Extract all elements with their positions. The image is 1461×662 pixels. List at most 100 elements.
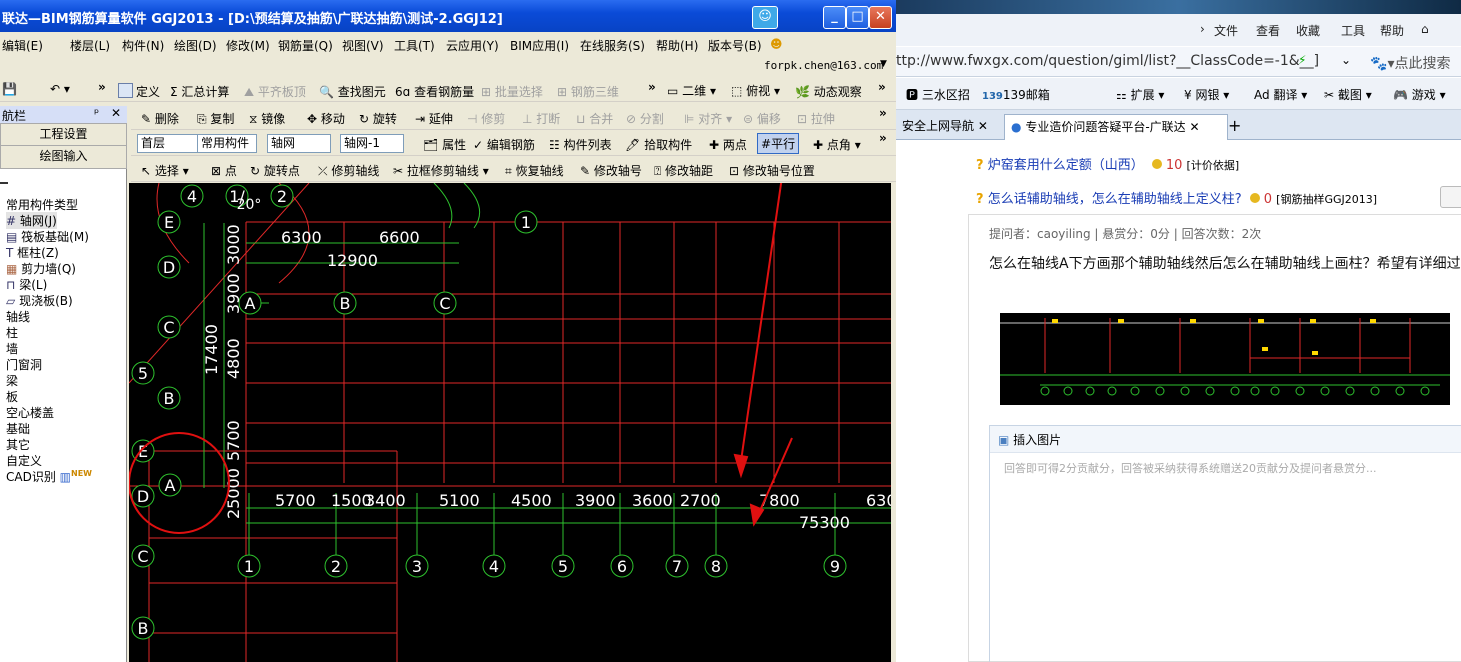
trim-axis-button[interactable]: ⤫ 修剪轴线: [318, 162, 379, 179]
menu-view[interactable]: 视图(V): [342, 37, 384, 54]
menu-view-b[interactable]: 查看: [1256, 22, 1280, 39]
property-button[interactable]: 🗂 属性: [423, 136, 466, 153]
menu-floor[interactable]: 楼层(L): [70, 37, 110, 54]
tab-safe-nav[interactable]: 安全上网导航 ✕: [896, 114, 994, 140]
tree-shear-wall[interactable]: ▦ 剪力墙(Q): [6, 260, 76, 277]
category-select[interactable]: 轴网 ▾: [267, 134, 331, 153]
tag-2[interactable]: [钢筋抽样GGJ2013]: [1276, 193, 1377, 206]
stretch-button[interactable]: ⊡ 拉伸: [797, 110, 835, 127]
undo-icon[interactable]: ↶ ▾: [50, 82, 70, 96]
tree-hollow-floor[interactable]: 空心楼盖: [6, 404, 54, 421]
menu-component[interactable]: 构件(N): [122, 37, 164, 54]
stretch-trim-axis-button[interactable]: ✂ 拉框修剪轴线 ▾: [393, 162, 489, 179]
minimize-button[interactable]: _: [823, 6, 846, 29]
tree-raft[interactable]: ▤ 筏板基础(M): [6, 228, 89, 245]
bolt-icon[interactable]: ⚡: [1298, 53, 1306, 67]
menu-cloud[interactable]: 云应用(Y): [446, 37, 499, 54]
tree-column[interactable]: T 框柱(Z): [6, 244, 59, 261]
tree-openings[interactable]: 门窗洞: [6, 356, 42, 373]
tree-axis[interactable]: 轴线: [6, 308, 30, 325]
fav-sanshui[interactable]: 🅿 三水区招: [906, 86, 970, 103]
menu-favorites[interactable]: 收藏: [1296, 22, 1320, 39]
home-icon[interactable]: ⌂: [1421, 22, 1429, 36]
more-chevron-icon[interactable]: ›: [1200, 22, 1205, 36]
more-icon-4[interactable]: »: [879, 106, 887, 120]
account-email[interactable]: forpk.chen@163.com: [764, 59, 883, 72]
menu-version[interactable]: 版本号(B): [708, 37, 762, 54]
offset-button[interactable]: ⊜ 偏移: [743, 110, 781, 127]
bank-button[interactable]: ¥ 网银 ▾: [1184, 86, 1229, 103]
maximize-button[interactable]: □: [846, 6, 869, 29]
menu-tools-b[interactable]: 工具: [1341, 22, 1365, 39]
more-icon-2[interactable]: »: [648, 80, 656, 94]
tree-common-types[interactable]: 常用构件类型: [6, 196, 78, 213]
batch-select-button[interactable]: ⊞ 批量选择: [481, 83, 543, 100]
tree-foundation[interactable]: 基础: [6, 420, 30, 437]
more-icon-3[interactable]: »: [878, 80, 886, 94]
component-list-button[interactable]: ☷ 构件列表: [549, 136, 612, 153]
define-button[interactable]: 定义: [118, 83, 160, 100]
tree-beam[interactable]: ⊓ 梁(L): [6, 276, 47, 293]
point-button[interactable]: ⊠ 点: [211, 162, 237, 179]
project-settings-button[interactable]: 工程设置: [0, 123, 127, 147]
more-icon[interactable]: »: [98, 80, 106, 94]
menu-help-b[interactable]: 帮助: [1380, 22, 1404, 39]
parallel-button[interactable]: #平行: [757, 133, 800, 154]
tab-glodon-qa[interactable]: ● 专业造价问题答疑平台-广联达 ✕: [1004, 114, 1228, 141]
break-button[interactable]: ⊥ 打断: [522, 110, 560, 127]
tree-slabs[interactable]: 板: [6, 388, 18, 405]
extend-button[interactable]: ⇥ 延伸: [415, 110, 453, 127]
find-element-button[interactable]: 🔍 查找图元: [319, 83, 386, 100]
menu-rebar[interactable]: 钢筋量(Q): [278, 37, 333, 54]
tree-beams[interactable]: 梁: [6, 372, 18, 389]
url-dropdown-icon[interactable]: ⌄: [1341, 53, 1351, 67]
answer-textarea[interactable]: 回答即可得2分贡献分，回答被采纳获得系统赠送20贡献分及提问者悬赏分...: [1004, 460, 1376, 476]
menu-edit[interactable]: 编辑(E): [2, 37, 43, 54]
split-button[interactable]: ⊘ 分割: [626, 110, 664, 127]
drawing-canvas[interactable]: 4 1/ 2 1 A B C 1 2 3 4 5 6 7 8 9 E D C 5: [129, 183, 891, 662]
menu-bim[interactable]: BIM应用(I): [510, 37, 569, 54]
copy-button[interactable]: ⎘ 复制: [197, 110, 234, 127]
game-button[interactable]: 🎮 游戏 ▾: [1393, 86, 1446, 103]
tree-wall[interactable]: 墙: [6, 340, 18, 357]
move-button[interactable]: ✥ 移动: [307, 110, 345, 127]
edit-axis-position-button[interactable]: ⊡ 修改轴号位置: [729, 162, 815, 179]
dynamic-view-button[interactable]: 🌿 动态观察: [795, 83, 862, 100]
view-mode-select[interactable]: ⬚ 俯视 ▾: [731, 82, 780, 99]
panel-close-icon[interactable]: ✕: [111, 106, 121, 120]
merge-button[interactable]: ⊔ 合并: [576, 110, 613, 127]
delete-button[interactable]: ✎ 删除: [141, 110, 179, 127]
select-button[interactable]: ↖ 选择 ▾: [141, 162, 189, 179]
pick-component-button[interactable]: 🖊 拾取构件: [625, 136, 692, 153]
question-link-1[interactable]: 炉窑套用什么定额（山西）: [988, 158, 1144, 173]
screenshot-button[interactable]: ✂ 截图 ▾: [1324, 86, 1372, 103]
mirror-button[interactable]: ⧖ 镜像: [249, 110, 285, 127]
align-button[interactable]: ⊫ 对齐 ▾: [684, 110, 732, 127]
menu-modify[interactable]: 修改(M): [226, 37, 270, 54]
menu-draw[interactable]: 绘图(D): [174, 37, 217, 54]
rotate-point-button[interactable]: ↻ 旋转点: [250, 162, 300, 179]
restore-axis-button[interactable]: ⌗ 恢复轴线: [505, 162, 564, 179]
ext-button[interactable]: ⚏ 扩展 ▾: [1116, 86, 1164, 103]
tree-axis-grid[interactable]: # 轴网(J): [6, 212, 57, 229]
save-icon[interactable]: 💾: [2, 82, 17, 96]
flat-slab-button[interactable]: ⛰ 平齐板顶: [244, 83, 306, 100]
assistant-icon[interactable]: ☺: [752, 6, 778, 29]
scroll-side-button[interactable]: [1440, 186, 1461, 208]
floor-select[interactable]: 首层 ▾: [137, 134, 201, 153]
translate-button[interactable]: Ad 翻译 ▾: [1254, 86, 1307, 103]
tree-cad[interactable]: CAD识别 ▥NEW: [6, 468, 92, 485]
smile-icon[interactable]: ☻: [770, 37, 783, 51]
type-select[interactable]: 常用构件 ▾: [197, 134, 257, 153]
view2d-select[interactable]: ▭ 二维 ▾: [667, 82, 716, 99]
point-angle-button[interactable]: ✚ 点角 ▾: [813, 136, 861, 153]
edit-axis-no-button[interactable]: ✎ 修改轴号: [580, 162, 642, 179]
tab-close-icon[interactable]: ✕: [978, 119, 988, 133]
url-field[interactable]: ttp://www.fwxgx.com/question/giml/list?_…: [896, 53, 1319, 69]
close-button[interactable]: ✕: [869, 6, 892, 29]
menu-tools[interactable]: 工具(T): [394, 37, 435, 54]
edit-rebar-button[interactable]: ✓ 编辑钢筋: [473, 136, 535, 153]
more-icon-5[interactable]: »: [879, 131, 887, 145]
tree-col[interactable]: 柱: [6, 324, 18, 341]
menu-help[interactable]: 帮助(H): [656, 37, 698, 54]
